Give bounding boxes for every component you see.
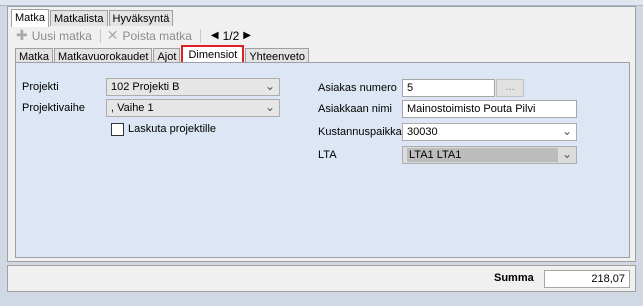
tab-matka[interactable]: Matka <box>11 9 49 27</box>
lta-select[interactable]: LTA1 LTA1 ⌄ <box>402 146 577 164</box>
cost-center-value: 30030 <box>407 126 438 138</box>
tab-matkalista[interactable]: Matkalista <box>49 10 108 26</box>
phase-label: Projektivaihe <box>22 102 85 114</box>
sub-tab-bar: Matka Matkavuorokaudet Ajot Dimensiot Yh… <box>15 44 310 65</box>
tab-hyvaksynta[interactable]: Hyväksyntä <box>108 10 174 26</box>
summary-bar: Summa 218,07 <box>7 265 636 292</box>
sum-label: Summa <box>494 272 534 284</box>
pager-label: 1/2 <box>222 28 240 43</box>
pager: ◀ 1/2 ▶ <box>207 29 255 43</box>
customer-lookup-button[interactable]: ... <box>496 79 524 97</box>
toolbar-separator <box>99 28 101 43</box>
phase-select[interactable]: , Vaihe 1 ⌄ <box>106 99 280 117</box>
customer-name-label: Asiakkaan nimi <box>318 103 392 115</box>
new-trip-button[interactable]: ✚ Uusi matka <box>16 27 92 44</box>
sum-value-field: 218,07 <box>544 270 630 288</box>
lta-label: LTA <box>318 149 337 161</box>
cost-center-select[interactable]: 30030 ⌄ <box>402 123 577 141</box>
project-label: Projekti <box>22 81 59 93</box>
toolbar-separator <box>199 28 201 43</box>
project-value: 102 Projekti B <box>111 81 180 93</box>
toolbar: ✚ Uusi matka ✕ Poista matka ◀ 1/2 ▶ <box>16 27 263 44</box>
previous-arrow-icon[interactable]: ◀ <box>211 30 219 41</box>
trip-frame: Matka Matkalista Hyväksyntä ✚ Uusi matka… <box>7 6 636 262</box>
new-trip-label: Uusi matka <box>31 28 92 43</box>
customer-number-label: Asiakas numero <box>318 82 397 94</box>
chevron-down-icon: ⌄ <box>264 100 275 114</box>
next-arrow-icon[interactable]: ▶ <box>243 30 251 41</box>
close-icon: ✕ <box>106 27 119 43</box>
delete-trip-label: Poista matka <box>122 28 192 43</box>
delete-trip-button[interactable]: ✕ Poista matka <box>107 27 192 44</box>
dimensions-panel: Projekti 102 Projekti B ⌄ Projektivaihe … <box>15 62 630 258</box>
cost-center-label: Kustannuspaikka <box>318 126 402 138</box>
invoice-project-checkbox[interactable] <box>111 123 124 136</box>
top-tab-bar: Matka Matkalista Hyväksyntä <box>11 8 174 27</box>
phase-value: , Vaihe 1 <box>111 102 154 114</box>
lta-value: LTA1 LTA1 <box>407 148 558 162</box>
invoice-project-label: Laskuta projektille <box>128 123 217 135</box>
customer-name-field[interactable]: Mainostoimisto Pouta Pilvi <box>402 100 577 118</box>
project-select[interactable]: 102 Projekti B ⌄ <box>106 78 280 96</box>
plus-icon: ✚ <box>16 27 28 43</box>
customer-number-field[interactable]: 5 <box>402 79 495 97</box>
chevron-down-icon: ⌄ <box>264 79 275 93</box>
chevron-down-icon: ⌄ <box>561 124 572 138</box>
chevron-down-icon: ⌄ <box>561 147 572 161</box>
